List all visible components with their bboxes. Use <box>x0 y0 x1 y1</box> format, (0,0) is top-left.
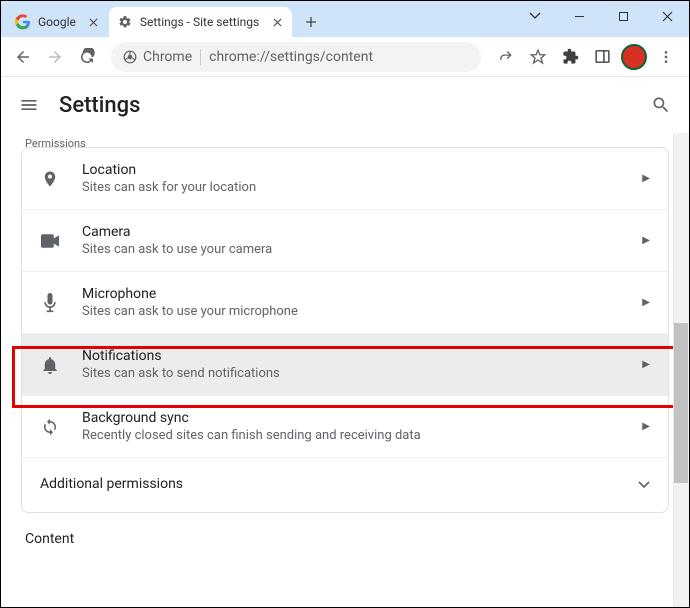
row-notifications[interactable]: Notifications Sites can ask to send noti… <box>22 333 668 395</box>
row-title: Notifications <box>82 348 280 364</box>
row-title: Microphone <box>82 286 298 302</box>
reload-button[interactable] <box>73 43 101 71</box>
sync-icon <box>40 418 60 436</box>
row-title: Background sync <box>82 410 421 426</box>
bell-icon <box>40 356 60 374</box>
toolbar: Chrome chrome://settings/content <box>1 37 689 77</box>
chevron-right-icon: ▶ <box>642 421 650 432</box>
tab-title: Settings - Site settings <box>140 15 259 29</box>
sidepanel-icon[interactable] <box>587 42 617 72</box>
row-camera[interactable]: Camera Sites can ask to use your camera … <box>22 209 668 271</box>
camera-icon <box>40 234 60 248</box>
tab-google[interactable]: Google <box>7 7 109 37</box>
permissions-card: Location Sites can ask for your location… <box>21 147 669 513</box>
microphone-icon <box>40 293 60 313</box>
row-sub: Recently closed sites can finish sending… <box>82 428 421 443</box>
row-location[interactable]: Location Sites can ask for your location… <box>22 148 668 209</box>
row-title: Location <box>82 162 256 178</box>
google-favicon <box>15 14 31 30</box>
extensions-icon[interactable] <box>555 42 585 72</box>
search-icon[interactable] <box>651 95 671 115</box>
omnibox-prefix: Chrome <box>143 49 192 65</box>
maximize-button[interactable] <box>601 1 645 31</box>
window-controls <box>513 1 689 31</box>
row-sub: Sites can ask for your location <box>82 180 256 195</box>
chevron-down-icon <box>638 481 650 489</box>
row-title: Additional permissions <box>40 476 183 492</box>
profile-avatar[interactable] <box>619 42 649 72</box>
row-additional-permissions[interactable]: Additional permissions <box>22 457 668 512</box>
close-button[interactable] <box>645 1 689 31</box>
minimize-button[interactable] <box>557 1 601 31</box>
row-bgsync[interactable]: Background sync Recently closed sites ca… <box>22 395 668 457</box>
chevron-right-icon: ▶ <box>642 359 650 370</box>
page-title: Settings <box>59 93 140 118</box>
omnibox[interactable]: Chrome chrome://settings/content <box>111 42 481 72</box>
location-icon <box>40 170 60 188</box>
close-icon[interactable] <box>270 15 284 29</box>
menu-icon[interactable] <box>19 95 39 115</box>
row-microphone[interactable]: Microphone Sites can ask to use your mic… <box>22 271 668 333</box>
share-icon[interactable] <box>491 42 521 72</box>
chevron-down-icon[interactable] <box>513 1 557 31</box>
section-content: Content <box>21 513 669 551</box>
tab-settings[interactable]: Settings - Site settings <box>109 7 292 37</box>
new-tab-button[interactable] <box>298 9 324 35</box>
row-title: Camera <box>82 224 272 240</box>
settings-header: Settings <box>1 77 689 133</box>
forward-button[interactable] <box>41 43 69 71</box>
section-permissions: Permissions <box>21 133 669 147</box>
scrollbar[interactable] <box>673 133 689 607</box>
titlebar: Google Settings - Site settings <box>1 1 689 37</box>
toolbar-icons <box>491 42 681 72</box>
chevron-right-icon: ▶ <box>642 173 650 184</box>
kebab-menu-icon[interactable] <box>651 42 681 72</box>
back-button[interactable] <box>9 43 37 71</box>
divider <box>200 49 201 65</box>
omnibox-scheme: Chrome <box>123 49 192 65</box>
scrollbar-thumb[interactable] <box>674 323 688 483</box>
row-sub: Sites can ask to use your camera <box>82 242 272 257</box>
tab-strip: Google Settings - Site settings <box>1 7 324 37</box>
close-icon[interactable] <box>87 15 101 29</box>
chevron-right-icon: ▶ <box>642 297 650 308</box>
tab-title: Google <box>38 15 76 29</box>
omnibox-url: chrome://settings/content <box>209 49 373 65</box>
star-icon[interactable] <box>523 42 553 72</box>
content-area: Permissions Location Sites can ask for y… <box>1 133 689 607</box>
row-sub: Sites can ask to send notifications <box>82 366 280 381</box>
row-sub: Sites can ask to use your microphone <box>82 304 298 319</box>
gear-icon <box>117 14 133 30</box>
chevron-right-icon: ▶ <box>642 235 650 246</box>
